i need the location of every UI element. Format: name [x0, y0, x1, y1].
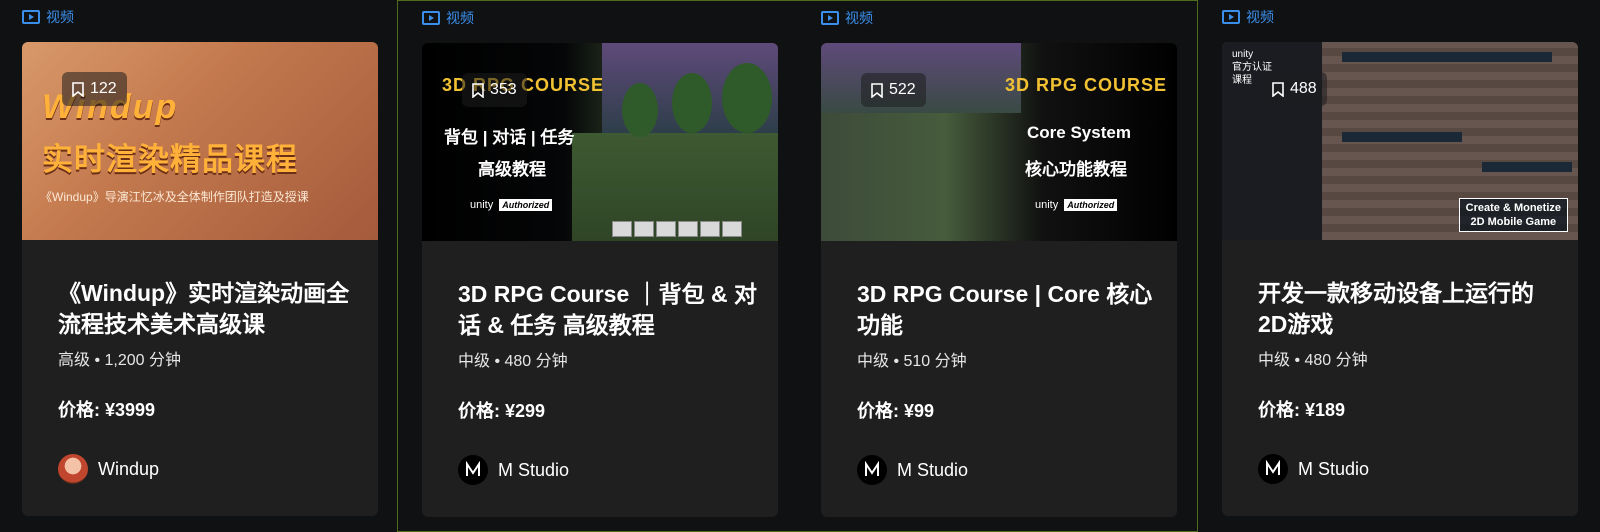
- author-avatar: [58, 454, 88, 484]
- video-icon: [422, 11, 440, 25]
- course-title[interactable]: 3D RPG Course ｜背包 & 对话 & 任务 高级教程: [458, 279, 758, 341]
- video-icon: [22, 10, 40, 24]
- bookmark-count: 353: [490, 81, 517, 98]
- m-studio-logo-icon: [1266, 460, 1280, 475]
- inventory-slots: [612, 221, 742, 237]
- video-tag: 视频: [22, 7, 74, 27]
- video-tag-label: 视频: [1246, 9, 1274, 25]
- author-name: M Studio: [897, 459, 969, 480]
- video-tag-label: 视频: [845, 10, 873, 26]
- slot: [634, 221, 654, 237]
- course-meta: 中级 • 480 分钟: [458, 353, 568, 370]
- video-tag: 视频: [422, 8, 474, 28]
- unity-authorized-badge: unity Authorized: [470, 199, 553, 211]
- slot: [656, 221, 676, 237]
- bookmark-count: 122: [90, 80, 117, 97]
- thumb-wall: [1342, 132, 1462, 142]
- slot: [700, 221, 720, 237]
- course-author[interactable]: M Studio: [458, 455, 569, 485]
- authorized-label: Authorized: [499, 199, 553, 211]
- thumb-tree: [622, 83, 658, 137]
- course-author[interactable]: Windup: [58, 454, 159, 484]
- course-thumbnail[interactable]: Windup 实时渲染精品课程 《Windup》导演江忆冰及全体制作团队打造及授…: [22, 42, 378, 240]
- author-avatar: [857, 455, 887, 485]
- course-price: 价格: ¥3999: [58, 400, 156, 420]
- author-name: Windup: [98, 458, 160, 479]
- course-card[interactable]: Windup 实时渲染精品课程 《Windup》导演江忆冰及全体制作团队打造及授…: [22, 42, 378, 516]
- course-meta: 中级 • 480 分钟: [1258, 352, 1368, 369]
- course-column: 视频 Windup 实时渲染精品课程 《Windup》导演江忆冰及全体制作团队打…: [0, 0, 400, 532]
- thumb-tree: [672, 73, 712, 133]
- author-avatar: [458, 455, 488, 485]
- cmg-line2: 2D Mobile Game: [1470, 216, 1557, 228]
- bookmark-count-badge[interactable]: 488: [1262, 72, 1327, 106]
- unity-logo-text: unity: [1035, 199, 1059, 211]
- author-name: M Studio: [498, 459, 570, 480]
- thumb-tree: [722, 63, 772, 133]
- course-price: 价格: ¥99: [857, 401, 935, 421]
- unity-logo-text: unity: [470, 199, 494, 211]
- thumb-wall: [1342, 52, 1552, 62]
- unity-authorized-badge: unity Authorized: [1035, 199, 1118, 211]
- video-tag: 视频: [821, 8, 873, 28]
- thumb-game-title: 3D RPG COURSE: [1005, 75, 1168, 95]
- course-author[interactable]: M Studio: [1258, 454, 1369, 484]
- course-thumbnail[interactable]: 3D RPG COURSE 背包 | 对话 | 任务 高级教程 unity Au…: [422, 43, 778, 241]
- course-meta: 中级 • 510 分钟: [857, 353, 967, 370]
- course-column: 视频 3D RPG COURSE Core System 核心功能教程 unit…: [797, 0, 1197, 532]
- thumb-subtitle: 《Windup》导演江忆冰及全体制作团队打造及授课: [40, 190, 309, 204]
- thumb-zh-line2: 高级教程: [478, 160, 546, 179]
- authorized-label: Authorized: [1064, 199, 1118, 211]
- slot: [612, 221, 632, 237]
- course-title[interactable]: 《Windup》实时渲染动画全流程技术美术高级课: [58, 278, 358, 340]
- bookmark-count: 488: [1290, 80, 1317, 97]
- bookmark-icon: [472, 82, 484, 98]
- thumb-en-line: Core System: [1027, 123, 1131, 142]
- bookmark-count-badge[interactable]: 522: [861, 73, 926, 107]
- bookmark-count-badge[interactable]: 122: [62, 72, 127, 106]
- bookmark-icon: [871, 82, 883, 98]
- course-card[interactable]: unity 官方认证 课程 Create & Monetize 2D Mobil…: [1222, 42, 1578, 516]
- bookmark-icon: [72, 81, 84, 97]
- video-icon: [1222, 10, 1240, 24]
- create-monetize-badge: Create & Monetize 2D Mobile Game: [1458, 198, 1568, 232]
- thumb-zh-line: 核心功能教程: [1025, 160, 1127, 179]
- course-thumbnail[interactable]: 3D RPG COURSE Core System 核心功能教程 unity A…: [821, 43, 1177, 241]
- cmg-line1: Create & Monetize: [1465, 202, 1561, 214]
- thumb-title-zh: 实时渲染精品课程: [42, 142, 298, 177]
- video-tag-label: 视频: [46, 9, 74, 25]
- course-card[interactable]: 3D RPG COURSE Core System 核心功能教程 unity A…: [821, 43, 1177, 517]
- course-thumbnail[interactable]: unity 官方认证 课程 Create & Monetize 2D Mobil…: [1222, 42, 1578, 240]
- m-studio-logo-icon: [865, 461, 879, 476]
- course-card[interactable]: 3D RPG COURSE 背包 | 对话 | 任务 高级教程 unity Au…: [422, 43, 778, 517]
- bookmark-count-badge[interactable]: 353: [462, 73, 527, 107]
- course-price: 价格: ¥299: [458, 401, 546, 421]
- slot: [722, 221, 742, 237]
- course-title[interactable]: 开发一款移动设备上运行的2D游戏: [1258, 278, 1558, 340]
- bookmark-icon: [1272, 81, 1284, 97]
- course-price: 价格: ¥189: [1258, 400, 1346, 420]
- course-column: 视频 3D RPG COURSE 背包 | 对话 | 任务 高级教程 unity…: [397, 0, 797, 532]
- course-title[interactable]: 3D RPG Course | Core 核心功能: [857, 279, 1157, 341]
- video-icon: [821, 11, 839, 25]
- video-tag: 视频: [1222, 7, 1274, 27]
- author-name: M Studio: [1298, 458, 1370, 479]
- slot: [678, 221, 698, 237]
- thumb-zh-line1: 背包 | 对话 | 任务: [444, 128, 575, 147]
- bookmark-count: 522: [889, 81, 916, 98]
- video-tag-label: 视频: [446, 10, 474, 26]
- thumb-wall: [1482, 162, 1572, 172]
- course-author[interactable]: M Studio: [857, 455, 968, 485]
- course-grid: 视频 Windup 实时渲染精品课程 《Windup》导演江忆冰及全体制作团队打…: [0, 0, 1600, 532]
- course-column: 视频 unity 官方认证 课程 Create & Monetize 2D Mo…: [1197, 0, 1597, 532]
- official-unity: unity: [1232, 49, 1254, 60]
- course-meta: 高级 • 1,200 分钟: [58, 352, 181, 369]
- author-avatar: [1258, 454, 1288, 484]
- m-studio-logo-icon: [466, 461, 480, 476]
